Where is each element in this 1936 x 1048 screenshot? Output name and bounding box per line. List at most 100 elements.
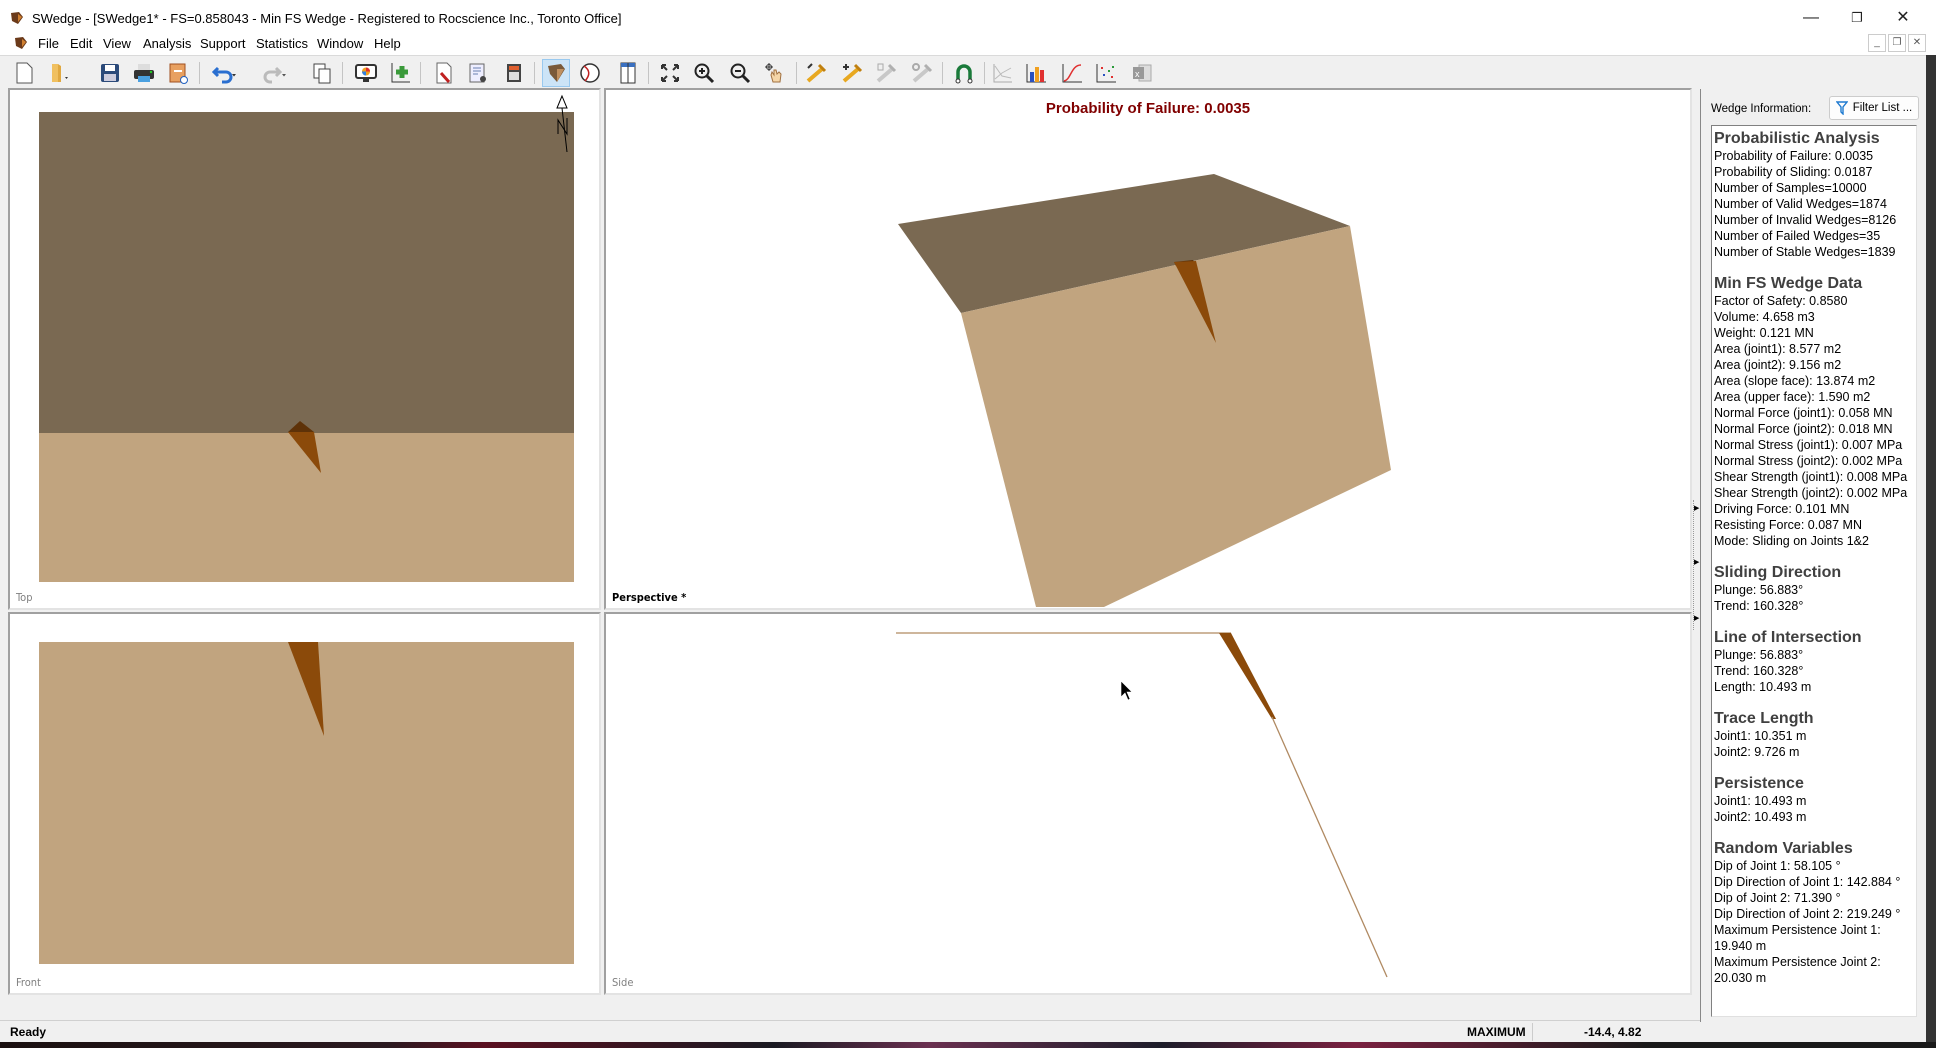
mdi-minimize-button[interactable]: _: [1868, 34, 1886, 52]
info-row: Number of Valid Wedges=1874: [1714, 197, 1887, 211]
info-row: Maximum Persistence Joint 2:: [1714, 955, 1881, 969]
pan-button[interactable]: [760, 59, 788, 87]
menu-support[interactable]: Support: [200, 36, 246, 51]
cumulative-plot-icon: [1062, 64, 1082, 83]
histogram-icon: [1026, 64, 1046, 83]
mdi-close-button[interactable]: ✕: [1908, 34, 1926, 52]
delete-bolt-button[interactable]: [872, 59, 900, 87]
display-options-icon: [355, 64, 377, 82]
redo-button[interactable]: [260, 59, 288, 87]
info-row: Length: 10.493 m: [1714, 680, 1812, 694]
undo-button[interactable]: [210, 59, 238, 87]
save-button[interactable]: [96, 59, 124, 87]
side-view-pane[interactable]: Side: [604, 612, 1692, 995]
edit-bolt-button[interactable]: [802, 59, 830, 87]
document-icon[interactable]: [14, 36, 28, 50]
four-view-button[interactable]: [614, 59, 642, 87]
input-data-button[interactable]: [430, 59, 458, 87]
front-view-pane[interactable]: Front: [8, 612, 601, 995]
edit-bolt-icon: [806, 63, 827, 83]
top-view-pane[interactable]: Top: [8, 88, 601, 610]
redo-icon: [263, 66, 286, 84]
project-settings-button[interactable]: [464, 59, 492, 87]
expand-arrow-icon[interactable]: ▶: [1694, 504, 1699, 512]
menu-edit[interactable]: Edit: [70, 36, 92, 51]
expand-arrow-icon[interactable]: ▶: [1694, 614, 1699, 622]
wedge-view-button[interactable]: [542, 59, 570, 87]
info-row: Probability of Failure: 0.0035: [1714, 149, 1874, 163]
print-icon: [134, 64, 154, 82]
copy-icon: [313, 63, 331, 84]
info-row: Plunge: 56.883°: [1714, 583, 1804, 597]
close-button[interactable]: ✕: [1880, 4, 1926, 32]
menu-window[interactable]: Window: [317, 36, 363, 51]
front-view-canvas: [39, 642, 574, 964]
print-button[interactable]: [130, 59, 158, 87]
info-row: Mode: Sliding on Joints 1&2: [1714, 534, 1869, 548]
info-row: Area (joint1): 8.577 m2: [1714, 342, 1842, 356]
expand-arrow-icon[interactable]: ▶: [1694, 558, 1699, 566]
menu-analysis[interactable]: Analysis: [143, 36, 191, 51]
desktop-edge: [1926, 55, 1936, 1042]
excel-export-button[interactable]: x: [1128, 59, 1156, 87]
info-row: Factor of Safety: 0.8580: [1714, 294, 1848, 308]
info-section-title: Min FS Wedge Data: [1714, 275, 1863, 292]
add-chart-button[interactable]: [386, 59, 414, 87]
menu-help[interactable]: Help: [374, 36, 401, 51]
window-title: SWedge - [SWedge1* - FS=0.858043 - Min F…: [32, 11, 622, 26]
add-chart-icon: [391, 63, 410, 83]
zoom-out-button[interactable]: [726, 59, 754, 87]
view-label-top: Top: [16, 591, 33, 604]
restore-button[interactable]: ❐: [1834, 4, 1880, 32]
display-options-button[interactable]: [352, 59, 380, 87]
info-row: Shear Strength (joint1): 0.008 MPa: [1714, 470, 1908, 484]
info-row: Area (upper face): 1.590 m2: [1714, 390, 1871, 404]
upper-face: [39, 112, 574, 433]
histogram-button[interactable]: [1022, 59, 1050, 87]
bolt-properties-button[interactable]: [908, 59, 936, 87]
calculator-button[interactable]: [500, 59, 528, 87]
export-report-button[interactable]: [164, 59, 192, 87]
info-section-title: Random Variables: [1714, 840, 1853, 857]
stereonet-button[interactable]: [576, 59, 604, 87]
slope-face-edge: [1271, 716, 1388, 978]
open-button[interactable]: [44, 59, 72, 87]
view-label-side: Side: [612, 976, 634, 989]
add-bolt-button[interactable]: [838, 59, 866, 87]
wedge-information-list[interactable]: Probabilistic Analysis Probability of Fai…: [1711, 125, 1917, 1017]
wedge-information-panel: Wedge Information: Filter List ... Proba…: [1700, 89, 1925, 1022]
toolbar-separator: [648, 62, 649, 84]
splitter-handle[interactable]: ▶ ▶ ▶: [1693, 500, 1699, 630]
info-row: Joint1: 10.351 m: [1714, 729, 1807, 743]
toolbar-separator: [420, 62, 421, 84]
menu-file[interactable]: File: [38, 36, 59, 51]
title-bar: SWedge - [SWedge1* - FS=0.858043 - Min F…: [0, 0, 1936, 34]
zoom-extents-button[interactable]: [656, 59, 684, 87]
new-file-button[interactable]: [10, 59, 38, 87]
copy-button[interactable]: [308, 59, 336, 87]
zoom-in-button[interactable]: [690, 59, 718, 87]
toolbar: x: [0, 55, 1936, 87]
filter-list-button[interactable]: Filter List ...: [1829, 96, 1919, 120]
menu-view[interactable]: View: [103, 36, 131, 51]
minimize-button[interactable]: —: [1788, 4, 1834, 32]
info-row: Number of Stable Wedges=1839: [1714, 245, 1896, 259]
status-mode: MAXIMUM: [1467, 1025, 1526, 1039]
sensitivity-plot-button[interactable]: [988, 59, 1016, 87]
new-file-icon: [16, 62, 33, 84]
zoom-extents-icon: [661, 64, 679, 82]
zoom-in-icon: [694, 63, 715, 84]
magnet-button[interactable]: [950, 59, 978, 87]
cumulative-plot-button[interactable]: [1058, 59, 1086, 87]
mdi-restore-button[interactable]: ❐: [1888, 34, 1906, 52]
perspective-view-pane[interactable]: Probability of Failure: 0.0035 Perspecti…: [604, 88, 1692, 610]
input-data-icon: [436, 62, 452, 84]
scatter-plot-button[interactable]: [1092, 59, 1120, 87]
menu-statistics[interactable]: Statistics: [256, 36, 308, 51]
save-icon: [101, 64, 119, 82]
zoom-out-icon: [730, 63, 751, 84]
status-ready: Ready: [10, 1025, 47, 1039]
